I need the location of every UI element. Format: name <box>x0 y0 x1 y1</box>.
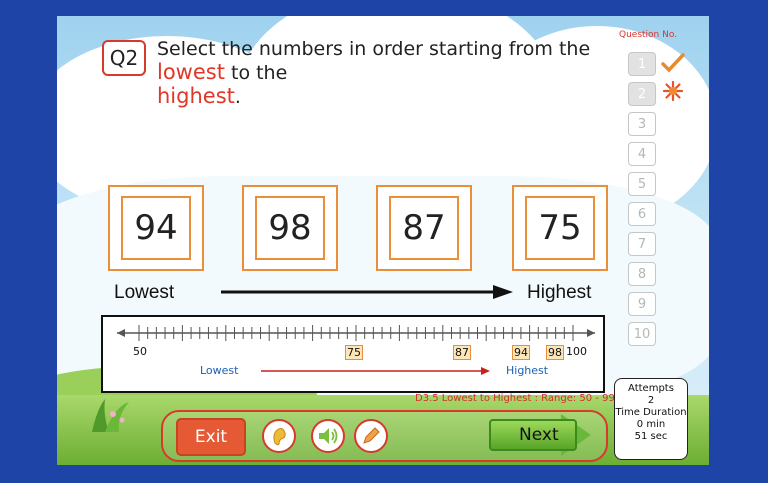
marked-value: 98 <box>546 345 564 360</box>
time-seconds: 51 sec <box>634 431 668 442</box>
question-tile-1[interactable]: 1 <box>628 52 656 76</box>
exit-button[interactable]: Exit <box>176 418 246 456</box>
number-card-1[interactable]: 94 <box>108 185 204 271</box>
time-duration-title: Time Duration <box>615 407 687 418</box>
number-line-arrowhead <box>587 329 595 337</box>
number-line-panel: 50 75 87 94 98 100 Lowest Highest <box>101 315 605 393</box>
question-text-part: . <box>234 86 241 108</box>
question-tile-8[interactable]: 8 <box>628 262 656 286</box>
activity-stage: Q2 Select the numbers in order starting … <box>57 16 709 465</box>
red-direction-arrow <box>261 367 490 375</box>
order-arrow <box>221 285 513 299</box>
lowest-label: Lowest <box>114 282 175 303</box>
question-tile-6[interactable]: 6 <box>628 202 656 226</box>
marked-value: 87 <box>453 345 471 360</box>
number-line-highest-label: Highest <box>506 364 549 377</box>
activity-range-text: D3.5 Lowest to Highest : Range: 50 - 99 <box>415 393 615 404</box>
question-tile-2[interactable]: 2 <box>628 82 656 106</box>
number-card-value: 87 <box>389 196 459 260</box>
wrong-star-icon <box>662 80 684 102</box>
number-card-value: 75 <box>525 196 595 260</box>
marked-value: 94 <box>512 345 530 360</box>
question-number-badge: Q2 <box>102 40 146 76</box>
question-tile-10[interactable]: 10 <box>628 322 656 346</box>
keyword-lowest: lowest <box>157 60 225 84</box>
listen-button[interactable] <box>262 419 296 453</box>
audio-button[interactable] <box>311 419 345 453</box>
time-minutes: 0 min <box>636 419 666 430</box>
number-card-4[interactable]: 75 <box>512 185 608 271</box>
pencil-button[interactable] <box>354 419 388 453</box>
question-tile-3[interactable]: 3 <box>628 112 656 136</box>
marked-value: 75 <box>345 345 363 360</box>
attempts-count: 2 <box>647 395 655 406</box>
number-line-end-label: 100 <box>566 345 587 358</box>
number-line-arrowhead <box>117 329 125 337</box>
check-icon <box>661 53 685 73</box>
ear-icon <box>273 428 286 446</box>
highest-label: Highest <box>527 282 592 303</box>
attempts-panel: Attempts 2 Time Duration 0 min 51 sec <box>614 378 688 460</box>
attempts-title: Attempts <box>628 383 674 394</box>
number-card-3[interactable]: 87 <box>376 185 472 271</box>
speaker-icon <box>319 428 338 444</box>
question-tile-4[interactable]: 4 <box>628 142 656 166</box>
grass-tuft-icon <box>92 399 129 432</box>
number-line-start-label: 50 <box>133 345 147 358</box>
pencil-icon <box>363 427 380 444</box>
number-line-lowest-label: Lowest <box>200 364 239 377</box>
keyword-highest: highest <box>157 84 235 108</box>
number-card-value: 98 <box>255 196 325 260</box>
question-number-title: Question No. <box>619 30 678 40</box>
number-card-value: 94 <box>121 196 191 260</box>
question-text-part: Select the numbers in order starting fro… <box>157 38 591 60</box>
question-text: Select the numbers in order starting fro… <box>157 38 637 109</box>
question-tile-7[interactable]: 7 <box>628 232 656 256</box>
question-text-part: to the <box>224 62 288 84</box>
number-card-2[interactable]: 98 <box>242 185 338 271</box>
next-button[interactable]: Next <box>489 419 577 451</box>
question-tile-9[interactable]: 9 <box>628 292 656 316</box>
question-tile-5[interactable]: 5 <box>628 172 656 196</box>
